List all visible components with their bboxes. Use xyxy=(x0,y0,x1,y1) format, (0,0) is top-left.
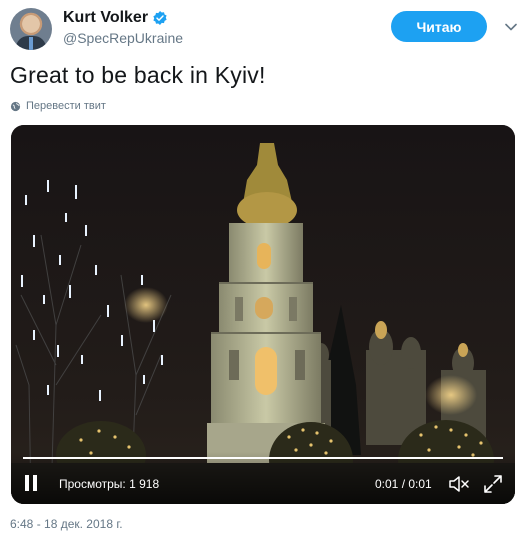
video-frame-kyiv-night xyxy=(11,125,515,504)
video-timecode: 0:01 / 0:01 xyxy=(375,477,432,491)
video-controls: Просмотры: 1 918 0:01 / 0:01 xyxy=(11,452,515,504)
video-views: Просмотры: 1 918 xyxy=(59,477,160,491)
expand-icon[interactable] xyxy=(483,474,503,494)
avatar[interactable] xyxy=(10,8,52,50)
following-button[interactable]: Читаю xyxy=(391,11,487,42)
pause-icon[interactable] xyxy=(23,475,39,491)
video-progress-fill xyxy=(23,457,503,459)
video-progress-bar[interactable] xyxy=(23,457,503,459)
chevron-down-icon[interactable] xyxy=(504,20,518,34)
tweet-text: Great to be back in Kyiv! xyxy=(10,62,266,88)
translate-label: Перевести твит xyxy=(26,100,106,112)
author-block: Kurt Volker @SpecRepUkraine xyxy=(63,9,183,46)
avatar-tie xyxy=(29,37,33,50)
video-player[interactable]: Просмотры: 1 918 0:01 / 0:01 xyxy=(11,125,515,504)
muted-speaker-icon[interactable] xyxy=(448,474,470,494)
author-name-row: Kurt Volker xyxy=(63,9,183,27)
author-name[interactable]: Kurt Volker xyxy=(63,9,148,27)
globe-icon xyxy=(10,101,21,111)
tweet-header: Kurt Volker @SpecRepUkraine Читаю xyxy=(10,6,520,52)
verified-badge-icon xyxy=(153,11,167,25)
tweet-timestamp[interactable]: 6:48 - 18 дек. 2018 г. xyxy=(10,517,123,531)
author-handle[interactable]: @SpecRepUkraine xyxy=(63,30,183,46)
translate-tweet-link[interactable]: Перевести твит xyxy=(10,100,106,112)
